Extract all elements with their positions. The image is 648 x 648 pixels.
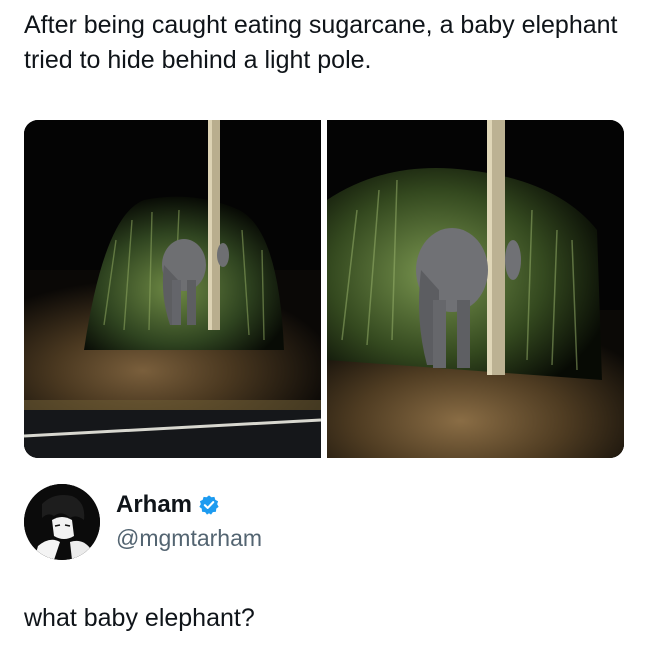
author-handle[interactable]: @mgmtarham (116, 524, 262, 552)
media-grid (24, 120, 624, 458)
author-name[interactable]: Arham (116, 490, 192, 520)
elephant-pole-photo-left (24, 120, 321, 458)
post-headline: After being caught eating sugarcane, a b… (24, 11, 618, 74)
author-block: Arham @mgmtarham (24, 484, 624, 560)
reply-text: what baby elephant? (24, 604, 255, 632)
avatar[interactable] (24, 484, 100, 560)
anime-portrait-icon (24, 484, 100, 560)
elephant-pole-photo-right (327, 120, 624, 458)
verified-badge-icon (199, 495, 219, 515)
name-row: Arham (116, 490, 220, 520)
photo-right[interactable] (327, 120, 624, 458)
photo-left[interactable] (24, 120, 321, 458)
